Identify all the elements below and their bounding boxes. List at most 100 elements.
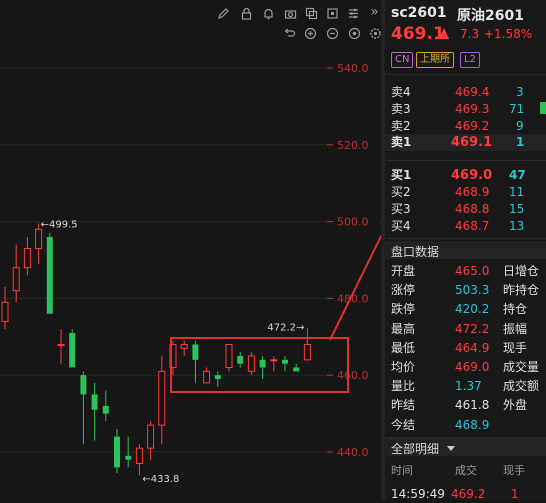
undo-icon[interactable] xyxy=(283,27,296,40)
candlestick-chart[interactable]: 540.0520.0500.0480.0460.0440.0 ←499.5←43… xyxy=(0,0,386,500)
candle-body xyxy=(203,370,211,384)
level-tag: L2 xyxy=(460,52,480,68)
bid-row[interactable]: 买3 468.8 15 xyxy=(385,201,546,218)
lock-icon[interactable] xyxy=(240,7,253,20)
ask-qty: 9 xyxy=(516,119,524,133)
candle-body xyxy=(225,343,233,369)
stats-right-label: 昨持仓 xyxy=(503,283,540,298)
ask-price: 469.2 xyxy=(455,119,490,133)
stats-value: 469.0 xyxy=(455,360,490,374)
candle-body xyxy=(147,424,155,449)
trade-price: 469.2 xyxy=(451,487,486,501)
symbol-code: sc2601 xyxy=(391,5,447,21)
camera-icon[interactable] xyxy=(284,7,297,20)
stats-value: 420.2 xyxy=(455,302,490,317)
stats-right-label: 振幅 xyxy=(503,321,528,336)
ask-label: 卖4 xyxy=(391,85,411,99)
trade-qty: 1 xyxy=(511,487,519,501)
ask-label: 卖2 xyxy=(391,119,411,133)
stats-label: 跌停 xyxy=(391,302,416,317)
stats-right-label: 日增仓 xyxy=(503,264,540,278)
chart-pane[interactable]: 540.0 520.0 500.0 480.0 460.0 440.0 ←499.5 ←43… xyxy=(0,0,386,500)
bell-icon[interactable] xyxy=(262,7,275,20)
candle-body xyxy=(91,394,98,410)
y-tick-label: 500.0 xyxy=(337,216,369,229)
target-icon[interactable] xyxy=(348,27,361,40)
ask-row[interactable]: 卖3 469.3 71 xyxy=(385,101,546,118)
layers-icon[interactable] xyxy=(326,7,339,20)
candle-body xyxy=(180,343,188,349)
candle-body xyxy=(135,447,143,465)
candle-body xyxy=(80,375,87,395)
breakout-arrow-line xyxy=(329,223,386,341)
bid-qty: 47 xyxy=(509,168,526,182)
ask-qty: 3 xyxy=(516,85,524,99)
candle-body xyxy=(125,455,132,460)
copy-icon[interactable] xyxy=(305,7,318,20)
bid-row[interactable]: 买4 468.7 13 xyxy=(385,218,546,235)
candle-body xyxy=(23,247,31,269)
bid-row-best[interactable]: 买1 469.0 47 xyxy=(385,167,546,184)
candle-body xyxy=(114,436,120,468)
candle-body xyxy=(303,343,311,361)
bid-price: 468.8 xyxy=(455,202,490,216)
stats-row: 最高 472.2 振幅 xyxy=(385,321,546,338)
volume-bar xyxy=(540,102,546,114)
candle-body xyxy=(46,236,53,314)
price-annotation: ←499.5 xyxy=(41,220,78,231)
stats-value: 468.9 xyxy=(455,417,490,432)
stats-label: 今结 xyxy=(391,417,416,432)
market-tag-cn: CN xyxy=(391,52,414,68)
stats-value: 1.37 xyxy=(455,379,482,394)
up-arrow-icon xyxy=(439,28,449,39)
bid-price: 469.0 xyxy=(451,168,493,183)
stats-row: 跌停 420.2 持仓 xyxy=(385,301,546,318)
ask-qty: 71 xyxy=(509,102,525,116)
price-annotation: 472.2→ xyxy=(267,322,304,333)
stats-label: 均价 xyxy=(391,360,416,374)
candle-body xyxy=(282,359,288,364)
stats-label: 最高 xyxy=(391,321,416,336)
trade-time: 14:59:49 xyxy=(391,487,445,501)
zoom-out-icon[interactable] xyxy=(326,27,339,40)
bid-price: 468.7 xyxy=(455,219,490,233)
ask-row[interactable]: 卖2 469.2 9 xyxy=(385,118,546,135)
bid-row[interactable]: 买2 468.9 11 xyxy=(385,184,546,201)
ask-label: 卖1 xyxy=(391,135,412,149)
stats-value: 465.0 xyxy=(455,264,490,278)
ask-row[interactable]: 卖4 469.4 3 xyxy=(385,84,546,101)
zoom-in-icon[interactable] xyxy=(304,27,317,40)
dropdown-caret-icon[interactable] xyxy=(447,446,455,451)
ask-qty: 1 xyxy=(516,135,525,149)
collapse-icon[interactable]: » xyxy=(368,5,381,19)
stats-value: 464.9 xyxy=(455,340,490,355)
candle-body xyxy=(192,344,199,360)
candle-body xyxy=(57,343,65,346)
col-qty: 现手 xyxy=(503,464,525,477)
settings-icon[interactable] xyxy=(347,7,360,20)
stats-row: 最低 464.9 现手 xyxy=(385,340,546,357)
stats-row: 均价 469.0 成交量 xyxy=(385,359,546,376)
candle-body xyxy=(247,355,255,372)
stats-row: 今结 468.9 xyxy=(385,417,546,434)
stats-row: 开盘 465.0 日增仓 xyxy=(385,263,546,280)
bid-label: 买3 xyxy=(391,202,411,216)
stats-right-label: 外盘 xyxy=(503,398,528,413)
ask-row-best[interactable]: 卖1 469.1 1 xyxy=(385,134,546,151)
bid-price: 468.9 xyxy=(455,185,490,199)
stats-label: 涨停 xyxy=(391,283,416,298)
bid-label: 买1 xyxy=(391,168,412,182)
pen-icon[interactable] xyxy=(217,7,230,20)
stats-label: 开盘 xyxy=(391,264,416,278)
stats-label: 最低 xyxy=(391,340,416,355)
candle-body xyxy=(259,359,266,368)
trades-column-headers: 时间 成交 现手 xyxy=(385,462,546,479)
price-change: 7.3 xyxy=(460,27,480,41)
y-tick-label: 440.0 xyxy=(337,446,369,459)
trades-title[interactable]: 全部明细 xyxy=(391,440,439,457)
ask-price: 469.3 xyxy=(455,102,490,116)
stats-label: 昨结 xyxy=(391,398,416,413)
ask-price: 469.1 xyxy=(451,135,493,150)
col-price: 成交 xyxy=(455,464,477,477)
candle-body xyxy=(12,267,20,292)
